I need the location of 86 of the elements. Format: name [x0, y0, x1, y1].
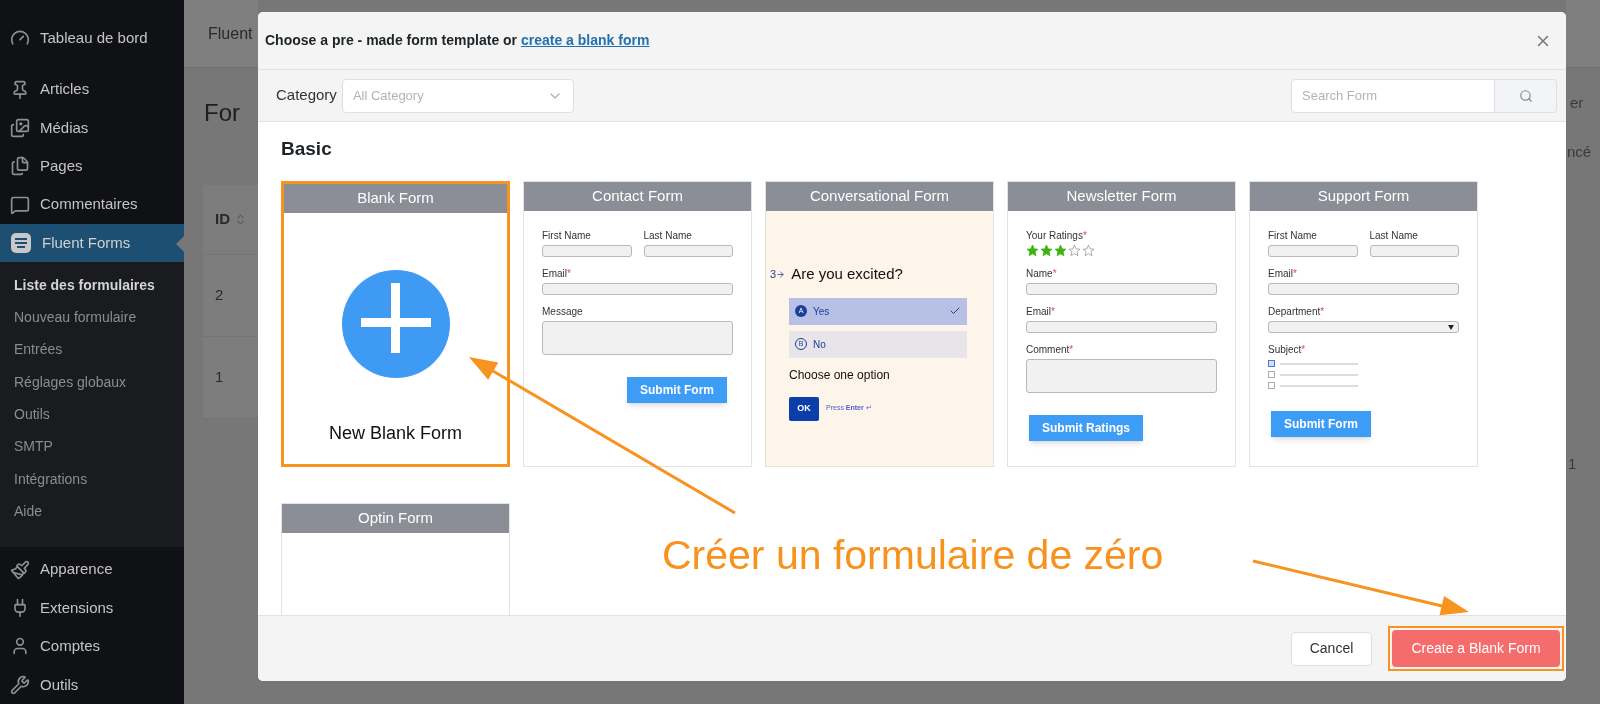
search-icon — [1518, 88, 1533, 103]
table-cell-text: 1 — [215, 367, 224, 388]
star-icon — [1054, 244, 1067, 257]
field-label: Last Name — [643, 229, 693, 242]
annotation-text: Créer un formulaire de zéro — [662, 531, 1164, 580]
submenu-item[interactable]: Entrées — [0, 333, 184, 367]
plus-circle-icon — [341, 270, 450, 378]
card-title: Conversational Form — [809, 186, 950, 207]
question-number: 3 — [770, 267, 777, 282]
column-header: ID — [215, 209, 230, 230]
sidebar-item[interactable]: Fluent Forms — [0, 223, 184, 263]
choice-label: No — [813, 337, 826, 352]
pin-icon — [10, 79, 30, 100]
field-label: Your Ratings* — [1026, 229, 1088, 242]
table-cell-text: 1 — [1567, 454, 1578, 474]
form-icon — [10, 231, 32, 254]
card-title: Optin Form — [358, 508, 433, 529]
table-cell-text: ncé — [1566, 141, 1593, 162]
wrench-icon — [10, 674, 30, 695]
section-heading: Basic — [281, 138, 333, 160]
sidebar-item[interactable]: Articles — [0, 70, 184, 109]
template-card[interactable]: Support Form First Name Last Name Email* Department* Subject* Submit Form — [1249, 181, 1478, 467]
submenu-item[interactable]: Intégrations — [0, 462, 184, 496]
field-label: Name* — [1026, 267, 1058, 280]
star-icon — [1068, 244, 1081, 257]
submenu-item[interactable]: SMTP — [0, 430, 184, 463]
star-icon — [1040, 244, 1053, 257]
card-title: Contact Form — [592, 186, 683, 207]
field-label: Email* — [1026, 305, 1056, 318]
field-label: Email* — [1268, 267, 1298, 280]
sidebar-item[interactable]: Apparence — [0, 550, 184, 589]
table-cell-text: er — [1569, 93, 1585, 113]
choice-hint: Choose one option — [789, 366, 891, 384]
choice-label: Yes — [813, 304, 830, 319]
card-title: Blank Form — [357, 188, 434, 209]
page-heading: For — [204, 98, 241, 128]
submit-button-preview: Submit Form — [627, 377, 727, 403]
template-card[interactable]: Blank Form New Blank Form — [281, 181, 510, 467]
card-title: Support Form — [1317, 186, 1410, 207]
field-label: Department* — [1268, 305, 1326, 318]
caret-icon — [1448, 325, 1454, 330]
sidebar-item[interactable]: Commentaires — [0, 185, 184, 224]
template-card[interactable]: Newsletter Form Your Ratings* Name* Email* Comment* Submit Ratings — [1007, 181, 1236, 467]
question-text: Are you excited? — [791, 264, 903, 284]
field-label: Subject* — [1268, 343, 1307, 356]
check-icon — [949, 305, 961, 317]
speech-bubble-icon — [10, 194, 30, 215]
submit-button-preview: Submit Ratings — [1029, 415, 1143, 441]
sidebar-item[interactable]: Tableau de bord — [0, 19, 184, 58]
blank-form-label: New Blank Form — [329, 422, 462, 445]
pages-icon — [10, 156, 30, 177]
sidebar-item[interactable]: Extensions — [0, 588, 184, 628]
card-title: Newsletter Form — [1066, 186, 1177, 207]
field-label: Last Name — [1369, 229, 1419, 242]
cancel-button[interactable]: Cancel — [1291, 631, 1372, 666]
field-label: Email* — [542, 267, 572, 280]
field-label: First Name — [1268, 229, 1318, 242]
select-placeholder: All Category — [352, 86, 424, 105]
dialog-title: Choose a pre - made form template or create a blank form — [265, 31, 650, 50]
star-icon — [1082, 244, 1095, 257]
create-blank-form-link[interactable]: create a blank form — [520, 32, 650, 48]
star-icon — [1026, 244, 1039, 257]
submenu-item[interactable]: Liste des formulaires — [0, 269, 184, 302]
sidebar-item[interactable]: Médias — [0, 108, 184, 148]
submenu-item[interactable]: Nouveau formulaire — [0, 301, 184, 334]
paintbrush-icon — [10, 559, 30, 580]
user-icon — [10, 636, 30, 657]
field-label: Message — [542, 305, 584, 318]
submenu-item[interactable]: Outils — [0, 398, 184, 431]
category-label: Category — [276, 85, 337, 106]
table-cell-text: 2 — [215, 285, 224, 306]
field-label: First Name — [542, 229, 592, 242]
field-label: Comment* — [1026, 343, 1075, 356]
submit-button-preview: Submit Form — [1271, 411, 1371, 437]
ok-button-preview: OK — [789, 396, 819, 421]
submenu-item[interactable]: Aide — [0, 495, 184, 528]
template-card[interactable]: Contact Form First Name Last Name Email* Message Submit Form — [523, 181, 752, 467]
sort-icon — [234, 213, 247, 226]
submenu-item[interactable]: Réglages globaux — [0, 366, 184, 399]
sidebar-item[interactable]: Pages — [0, 147, 184, 186]
page-header-title: Fluent — [208, 23, 253, 44]
images-icon — [10, 117, 30, 138]
sidebar-item[interactable]: Outils — [0, 665, 184, 704]
arrow-icon — [776, 269, 786, 279]
search-field[interactable]: Search Form — [1291, 78, 1495, 113]
sidebar-item[interactable]: Comptes — [0, 627, 184, 666]
